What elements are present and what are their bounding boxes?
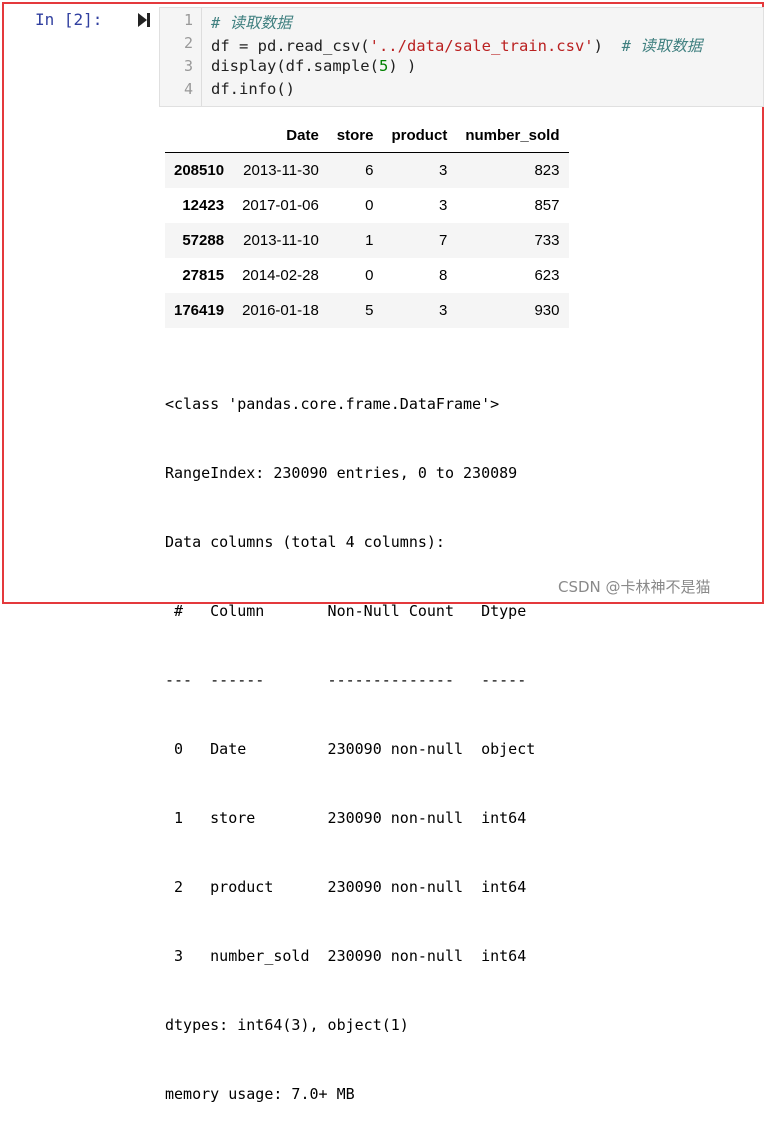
- watermark: CSDN @卡林神不是猫: [558, 578, 711, 596]
- code-cell[interactable]: 1 2 3 4 # 读取数据 df = pd.read_csv('../data…: [159, 7, 764, 107]
- row-index: 176419: [174, 302, 225, 319]
- column-header-date: Date: [233, 118, 328, 153]
- code-number: 5: [378, 57, 389, 75]
- line-number: 3: [183, 57, 193, 75]
- line-number: 1: [183, 11, 193, 29]
- info-line: 1 store 230090 non-null int64: [165, 809, 536, 827]
- code-line-2[interactable]: df = pd.read_csv('../data/sale_train.csv…: [211, 34, 702, 56]
- code-text: ) ): [388, 57, 417, 75]
- table-row: 208510 2013-11-30 6 3 823: [165, 152, 569, 188]
- cell-product: 3: [438, 197, 448, 214]
- info-line: 3 number_sold 230090 non-null int64: [165, 947, 536, 965]
- table-row: 27815 2014-02-28 0 8 623: [165, 258, 569, 293]
- cell-date: 2016-01-18: [242, 302, 319, 319]
- info-output: <class 'pandas.core.frame.DataFrame'> Ra…: [165, 347, 535, 1129]
- code-text: display(df.sample(: [211, 57, 379, 75]
- info-line: 2 product 230090 non-null int64: [165, 878, 536, 896]
- code-comment: # 读取数据: [621, 37, 703, 55]
- table-row: 12423 2017-01-06 0 3 857: [165, 188, 569, 223]
- info-line: <class 'pandas.core.frame.DataFrame'>: [165, 395, 500, 413]
- cell-date: 2017-01-06: [242, 197, 319, 214]
- row-index: 57288: [182, 232, 225, 249]
- row-index: 27815: [182, 267, 225, 284]
- info-line: # Column Non-Null Count Dtype: [165, 602, 536, 620]
- cell-product: 3: [438, 302, 448, 319]
- line-number-gutter: 1 2 3 4: [160, 8, 202, 106]
- cell-store: 5: [365, 302, 374, 319]
- cell-store: 0: [365, 197, 374, 214]
- cell-store: 6: [365, 162, 374, 179]
- cell-number-sold: 857: [534, 197, 560, 214]
- code-line-3[interactable]: display(df.sample(5) ): [211, 57, 416, 75]
- code-text: ): [593, 37, 622, 55]
- column-header-index: [165, 118, 234, 153]
- input-prompt: In [2]:: [35, 10, 103, 29]
- cell-date: 2013-11-10: [243, 232, 319, 249]
- row-index: 208510: [174, 162, 225, 179]
- info-line: memory usage: 7.0+ MB: [165, 1085, 355, 1103]
- info-line: 0 Date 230090 non-null object: [165, 740, 536, 758]
- row-index: 12423: [182, 197, 225, 214]
- dataframe-table: Date store product number_sold 208510 20…: [165, 118, 569, 328]
- step-forward-icon[interactable]: [137, 12, 151, 28]
- info-line: dtypes: int64(3), object(1): [165, 1016, 409, 1034]
- table-row: 176419 2016-01-18 5 3 930: [165, 293, 569, 328]
- column-header-store: store: [327, 118, 383, 153]
- column-header-product: product: [382, 118, 457, 153]
- column-header-number-sold: number_sold: [456, 118, 569, 153]
- info-line: --- ------ -------------- -----: [165, 671, 536, 689]
- cell-product: 8: [438, 267, 448, 284]
- cell-product: 3: [438, 162, 448, 179]
- table-header-row: Date store product number_sold: [165, 118, 569, 153]
- info-line: RangeIndex: 230090 entries, 0 to 230089: [165, 464, 518, 482]
- code-comment: # 读取数据: [211, 14, 292, 32]
- cell-product: 7: [438, 232, 448, 249]
- cell-number-sold: 930: [534, 302, 560, 319]
- cell-date: 2013-11-30: [243, 162, 319, 179]
- line-number: 4: [183, 80, 193, 98]
- cell-store: 1: [365, 232, 374, 249]
- code-string: '../data/sale_train.csv': [369, 37, 594, 55]
- cell-number-sold: 823: [534, 162, 560, 179]
- code-line-4[interactable]: df.info(): [211, 80, 295, 98]
- cell-store: 0: [365, 267, 374, 284]
- cell-number-sold: 623: [534, 267, 560, 284]
- info-line: Data columns (total 4 columns):: [165, 533, 445, 551]
- line-number: 2: [183, 34, 193, 52]
- table-row: 57288 2013-11-10 1 7 733: [165, 223, 569, 258]
- code-text: df = pd.read_csv(: [211, 37, 370, 55]
- cell-date: 2014-02-28: [242, 267, 319, 284]
- code-line-1[interactable]: # 读取数据: [211, 11, 292, 33]
- code-text: df.info(): [211, 80, 295, 98]
- cell-number-sold: 733: [534, 232, 560, 249]
